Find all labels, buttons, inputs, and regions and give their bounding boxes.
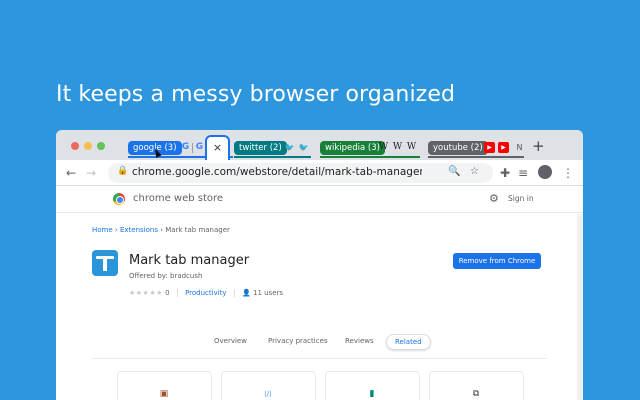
browser-window: google (3) G G × twitter (2) 🐦 🐦 wikiped… <box>56 130 583 400</box>
menu-kebab-icon[interactable]: ⋮ <box>562 165 574 181</box>
extension-meta: ★★★★★ 0 Productivity 👤 11 users <box>129 289 283 297</box>
store-title[interactable]: chrome web store <box>133 193 223 204</box>
page-scrollbar[interactable] <box>577 214 583 400</box>
related-extension-icon: ▮ <box>369 389 375 399</box>
chrome-web-store-logo-icon[interactable] <box>113 193 125 205</box>
remove-from-chrome-button[interactable]: Remove from Chrome <box>453 253 541 269</box>
meta-divider <box>233 289 235 297</box>
wikipedia-favicon-icon[interactable]: W <box>406 142 417 153</box>
minimize-window-button[interactable] <box>84 142 92 150</box>
breadcrumb-home[interactable]: Home <box>92 226 113 234</box>
active-tab-close-icon[interactable]: × <box>205 135 230 160</box>
google-favicon-icon[interactable]: G <box>180 142 191 153</box>
profile-avatar[interactable] <box>538 165 552 179</box>
related-extension-card[interactable]: ⟨/⟩ <box>221 371 316 400</box>
breadcrumb-current: Mark tab manager <box>165 226 230 234</box>
tab-group-wikipedia[interactable]: wikipedia (3) <box>320 141 385 155</box>
headline: It keeps a messy browser organized <box>56 82 456 107</box>
tab-strip: google (3) G G × twitter (2) 🐦 🐦 wikiped… <box>56 130 583 160</box>
wikipedia-favicon-icon[interactable]: W <box>392 142 403 153</box>
tab-reviews[interactable]: Reviews <box>345 334 374 348</box>
extensions-puzzle-icon[interactable]: ✚ <box>500 165 510 181</box>
breadcrumb: Home › Extensions › Mark tab manager <box>92 226 230 234</box>
extension-offered-by: Offered by: bradcush <box>129 272 203 280</box>
gear-icon[interactable]: ⚙ <box>489 192 499 205</box>
section-divider <box>92 358 547 359</box>
search-icon[interactable]: 🔍 <box>448 166 460 177</box>
tab-group-twitter-underline <box>234 156 311 158</box>
address-bar[interactable]: 🔒 chrome.google.com/webstore/detail/mark… <box>108 163 493 183</box>
detail-tabs: Overview Privacy practices Reviews Relat… <box>56 334 583 350</box>
breadcrumb-separator: › <box>160 226 164 234</box>
rating-count: 0 <box>165 289 170 297</box>
back-icon[interactable]: ← <box>66 165 76 181</box>
new-tab-button[interactable]: + <box>532 137 545 155</box>
tab-privacy-practices[interactable]: Privacy practices <box>268 334 328 348</box>
tab-related[interactable]: Related <box>386 334 431 350</box>
code-icon: ⟨/⟩ <box>264 390 272 398</box>
related-extension-icon: ▣ <box>159 389 169 399</box>
extension-name: Mark tab manager <box>129 253 250 268</box>
address-url[interactable]: chrome.google.com/webstore/detail/mark-t… <box>132 166 422 178</box>
lock-icon: 🔒 <box>117 166 129 176</box>
users-icon: 👤 <box>242 289 251 297</box>
breadcrumb-extensions[interactable]: Extensions <box>120 226 158 234</box>
forward-icon[interactable]: → <box>86 165 96 181</box>
related-extension-card[interactable]: ▮ <box>325 371 420 400</box>
sign-in-link[interactable]: Sign in <box>508 194 534 203</box>
wikipedia-favicon-icon[interactable]: W <box>378 142 389 153</box>
close-window-button[interactable] <box>71 142 79 150</box>
browser-toolbar: ← → 🔒 chrome.google.com/webstore/detail/… <box>56 160 583 186</box>
youtube-favicon-icon[interactable]: ▶ <box>498 142 509 153</box>
breadcrumb-separator: › <box>114 226 118 234</box>
more-tabs-icon[interactable]: N <box>514 142 525 153</box>
tab-group-youtube-underline <box>428 156 524 158</box>
tab-group-wikipedia-underline <box>320 156 420 158</box>
category-link[interactable]: Productivity <box>185 289 227 297</box>
mark-extension-icon[interactable]: ≡ <box>518 165 528 181</box>
tab-separator <box>192 143 193 153</box>
bookmark-star-icon[interactable]: ☆ <box>470 166 479 177</box>
related-extension-card[interactable]: ▣ <box>117 371 212 400</box>
youtube-favicon-icon[interactable]: ▶ <box>484 142 495 153</box>
twitter-favicon-icon[interactable]: 🐦 <box>284 142 295 153</box>
related-extension-card[interactable]: ⧉ <box>429 371 524 400</box>
rating-stars-icon[interactable]: ★★★★★ <box>129 289 163 297</box>
tab-group-youtube[interactable]: youtube (2) <box>428 141 488 155</box>
maximize-window-button[interactable] <box>97 142 105 150</box>
meta-divider <box>176 289 178 297</box>
copy-icon: ⧉ <box>472 389 480 399</box>
tab-group-twitter[interactable]: twitter (2) <box>234 141 287 155</box>
google-favicon-icon[interactable]: G <box>194 142 205 153</box>
tab-overview[interactable]: Overview <box>214 334 247 348</box>
users-count: 11 users <box>252 289 284 297</box>
extension-logo-icon <box>92 250 118 276</box>
twitter-favicon-icon[interactable]: 🐦 <box>298 142 309 153</box>
store-header: chrome web store ⚙ Sign in <box>56 187 583 213</box>
